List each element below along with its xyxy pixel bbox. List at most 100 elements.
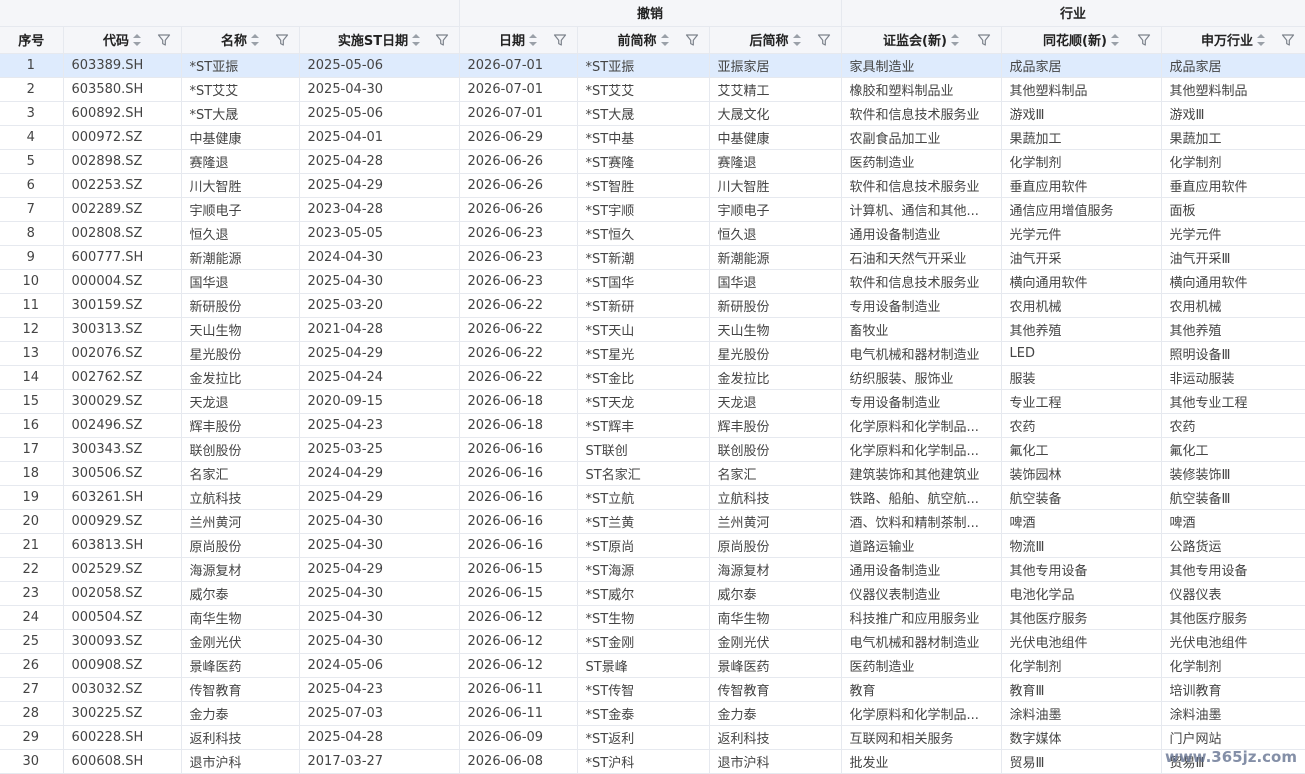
table-row[interactable]: 24 000504.SZ 南华生物 2025-04-30 2026-06-12 *ST生物… [0, 605, 1305, 630]
header-group-revoke: 撤销 [459, 0, 842, 27]
table-row[interactable]: 20 000929.SZ 兰州黄河 2025-04-30 2026-06-16 *ST兰黄… [0, 509, 1305, 534]
filter-icon[interactable] [1137, 33, 1151, 47]
table-row[interactable]: 18 300506.SZ 名家汇 2024-04-29 2026-06-16 ST名家汇名… [0, 461, 1305, 486]
header-label: 后简称 [749, 34, 789, 49]
cell-sw-industry: 其他专业工程 [1161, 389, 1305, 414]
sort-icon[interactable] [792, 33, 801, 46]
table-row[interactable]: 22 002529.SZ 海源复材 2025-04-29 2026-06-15 *ST海源… [0, 557, 1305, 582]
header-col-sw-industry[interactable]: 申万行业 [1161, 26, 1305, 54]
cell-code: 603580.SH [63, 77, 182, 102]
filter-icon[interactable] [977, 33, 991, 47]
cell-ths-industry: 氟化工 [1001, 437, 1162, 462]
cell-revoke-date: 2026-06-12 [459, 653, 578, 678]
sort-icon[interactable] [660, 33, 669, 46]
table-row[interactable]: 30 600608.SH 退市沪科 2017-03-27 2026-06-08 *ST沪科… [0, 749, 1305, 774]
table-row[interactable]: 7 002289.SZ 宇顺电子 2023-04-28 2026-06-26 *ST宇顺宇… [0, 197, 1305, 222]
cell-st-date: 2024-04-30 [299, 245, 460, 270]
cell-code: 300159.SZ [63, 293, 182, 318]
sort-icon[interactable] [950, 33, 959, 46]
cell-new-name: 立航科技 [709, 485, 842, 510]
cell-st-date: 2025-04-30 [299, 605, 460, 630]
cell-ths-industry: 其他医疗服务 [1001, 605, 1162, 630]
table-row[interactable]: 23 002058.SZ 威尔泰 2025-04-30 2026-06-15 *ST威尔威… [0, 581, 1305, 606]
filter-icon[interactable] [435, 33, 449, 47]
cell-st-date: 2025-07-03 [299, 701, 460, 726]
cell-sw-industry: 涂料油墨 [1161, 701, 1305, 726]
header-col-code[interactable]: 代码 [63, 26, 182, 54]
cell-st-date: 2025-04-29 [299, 341, 460, 366]
cell-ths-industry: 光学元件 [1001, 221, 1162, 246]
table-row[interactable]: 4 000972.SZ 中基健康 2025-04-01 2026-06-29 *ST中基中… [0, 125, 1305, 150]
cell-revoke-date: 2026-07-01 [459, 101, 578, 126]
table-row[interactable]: 29 600228.SH 返利科技 2025-04-28 2026-06-09 *ST返利… [0, 725, 1305, 750]
cell-revoke-date: 2026-06-16 [459, 509, 578, 534]
cell-csrc-industry: 专用设备制造业 [841, 389, 1002, 414]
filter-icon[interactable] [817, 33, 831, 47]
table-row[interactable]: 17 300343.SZ 联创股份 2025-03-25 2026-06-16 ST联创联… [0, 437, 1305, 462]
cell-new-name: 艾艾精工 [709, 77, 842, 102]
table-row[interactable]: 3 600892.SH *ST大晟 2025-05-06 2026-07-01 *ST大晟… [0, 101, 1305, 126]
cell-code: 300313.SZ [63, 317, 182, 342]
header-col-new-name[interactable]: 后简称 [709, 26, 842, 54]
cell-sw-industry: 面板 [1161, 197, 1305, 222]
sort-icon[interactable] [251, 33, 259, 46]
table-row[interactable]: 25 300093.SZ 金刚光伏 2025-04-30 2026-06-12 *ST金刚… [0, 629, 1305, 654]
table-row[interactable]: 6 002253.SZ 川大智胜 2025-04-29 2026-06-26 *ST智胜川… [0, 173, 1305, 198]
table-row[interactable]: 26 000908.SZ 景峰医药 2024-05-06 2026-06-12 ST景峰景… [0, 653, 1305, 678]
cell-name: 新潮能源 [181, 245, 300, 270]
table-row[interactable]: 9 600777.SH 新潮能源 2024-04-30 2026-06-23 *ST新潮新… [0, 245, 1305, 270]
table-row[interactable]: 19 603261.SH 立航科技 2025-04-29 2026-06-16 *ST立航… [0, 485, 1305, 510]
sort-icon[interactable] [1110, 33, 1119, 46]
filter-icon[interactable] [553, 33, 567, 47]
table-row[interactable]: 2 603580.SH *ST艾艾 2025-04-30 2026-07-01 *ST艾艾… [0, 77, 1305, 102]
sort-icon[interactable] [1257, 33, 1265, 46]
header-col-revoke-date[interactable]: 日期 [459, 26, 578, 54]
cell-code: 300506.SZ [63, 461, 182, 486]
table-row[interactable]: 12 300313.SZ 天山生物 2021-04-28 2026-06-22 *ST天山… [0, 317, 1305, 342]
cell-revoke-date: 2026-06-11 [459, 701, 578, 726]
filter-icon[interactable] [685, 33, 699, 47]
header-col-name[interactable]: 名称 [181, 26, 300, 54]
cell-code: 300343.SZ [63, 437, 182, 462]
table-row[interactable]: 10 000004.SZ 国华退 2025-04-30 2026-06-23 *ST国华国… [0, 269, 1305, 294]
cell-code: 300225.SZ [63, 701, 182, 726]
cell-sw-industry: 游戏Ⅲ [1161, 101, 1305, 126]
cell-csrc-industry: 家具制造业 [841, 53, 1002, 78]
cell-index: 15 [0, 389, 64, 414]
header-col-st-date[interactable]: 实施ST日期 [299, 26, 460, 54]
sort-icon[interactable] [412, 33, 421, 46]
cell-csrc-industry: 橡胶和塑料制品业 [841, 77, 1002, 102]
cell-name: 南华生物 [181, 605, 300, 630]
cell-code: 002253.SZ [63, 173, 182, 198]
cell-ths-industry: 农药 [1001, 413, 1162, 438]
table-row[interactable]: 5 002898.SZ 赛隆退 2025-04-28 2026-06-26 *ST赛隆 赛隆… [0, 149, 1305, 174]
table-row[interactable]: 27 003032.SZ 传智教育 2025-04-23 2026-06-11 *ST传智… [0, 677, 1305, 702]
table-row[interactable]: 14 002762.SZ 金发拉比 2025-04-24 2026-06-22 *ST金比… [0, 365, 1305, 390]
table-row[interactable]: 21 603813.SH 原尚股份 2025-04-30 2026-06-16 *ST原尚… [0, 533, 1305, 558]
header-col-index[interactable]: 序号 [0, 26, 64, 54]
table-row[interactable]: 8 002808.SZ 恒久退 2023-05-05 2026-06-23 *ST恒久 恒久… [0, 221, 1305, 246]
header-col-ths-industry[interactable]: 同花顺(新) [1001, 26, 1162, 54]
table-row[interactable]: 11 300159.SZ 新研股份 2025-03-20 2026-06-22 *ST新研… [0, 293, 1305, 318]
filter-icon[interactable] [1281, 33, 1295, 47]
sort-icon[interactable] [529, 33, 537, 46]
cell-revoke-date: 2026-06-26 [459, 149, 578, 174]
table-row[interactable]: 15 300029.SZ 天龙退 2020-09-15 2026-06-18 *ST天龙天… [0, 389, 1305, 414]
cell-prev-name: *ST辉丰 [577, 413, 710, 438]
header-col-csrc-industry[interactable]: 证监会(新) [841, 26, 1002, 54]
cell-sw-industry: 果蔬加工 [1161, 125, 1305, 150]
sort-icon[interactable] [133, 33, 141, 46]
filter-icon[interactable] [275, 33, 289, 47]
header-col-prev-name[interactable]: 前简称 [577, 26, 710, 54]
header-label: 实施ST日期 [337, 34, 409, 49]
table-row[interactable]: 13 002076.SZ 星光股份 2025-04-29 2026-06-22 *ST星光… [0, 341, 1305, 366]
table-row[interactable]: 1 603389.SH *ST亚振 2025-05-06 2026-07-01 *ST亚振… [0, 53, 1305, 78]
header-group-blank [0, 0, 460, 27]
cell-index: 6 [0, 173, 64, 198]
table-row[interactable]: 16 002496.SZ 辉丰股份 2025-04-23 2026-06-18 *ST辉丰… [0, 413, 1305, 438]
cell-name: 中基健康 [181, 125, 300, 150]
filter-icon[interactable] [157, 33, 171, 47]
cell-index: 12 [0, 317, 64, 342]
cell-csrc-industry: 道路运输业 [841, 533, 1002, 558]
table-row[interactable]: 28 300225.SZ 金力泰 2025-07-03 2026-06-11 *ST金泰金… [0, 701, 1305, 726]
